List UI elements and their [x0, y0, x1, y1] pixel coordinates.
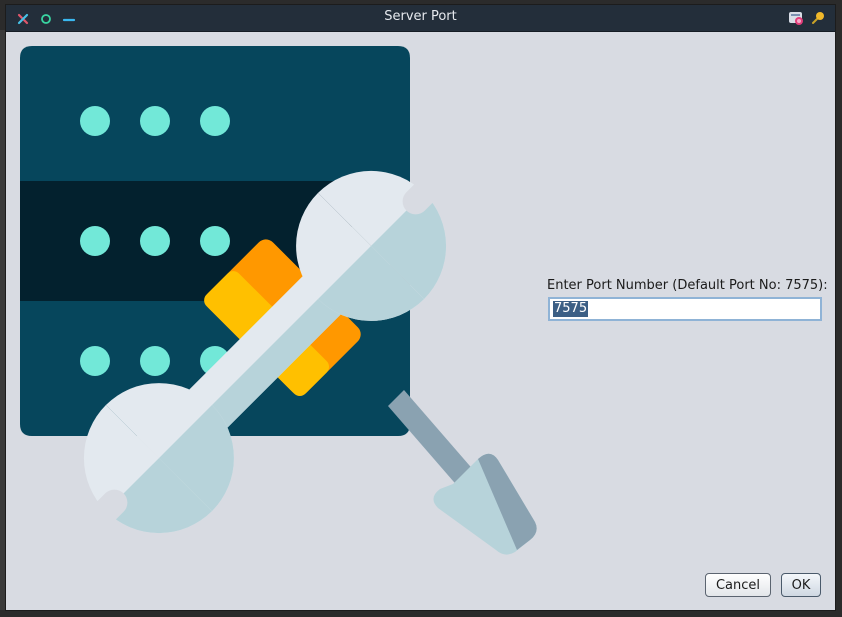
- cancel-button[interactable]: Cancel: [705, 573, 771, 597]
- port-value-selection[interactable]: 7575: [553, 301, 589, 317]
- port-input[interactable]: 7575: [548, 297, 822, 321]
- app-icon[interactable]: [788, 10, 804, 26]
- pin-icon[interactable]: [810, 10, 826, 26]
- port-prompt-label: Enter Port Number (Default Port No: 7575…: [547, 278, 828, 293]
- dialog-window: Server Port Enter Port Number (Default P…: [5, 4, 836, 611]
- server-settings-illustration: [20, 46, 537, 555]
- ok-button[interactable]: OK: [781, 573, 821, 597]
- dialog-content: Enter Port Number (Default Port No: 7575…: [6, 32, 835, 610]
- window-title: Server Port: [384, 9, 457, 24]
- titlebar[interactable]: Server Port: [6, 5, 835, 32]
